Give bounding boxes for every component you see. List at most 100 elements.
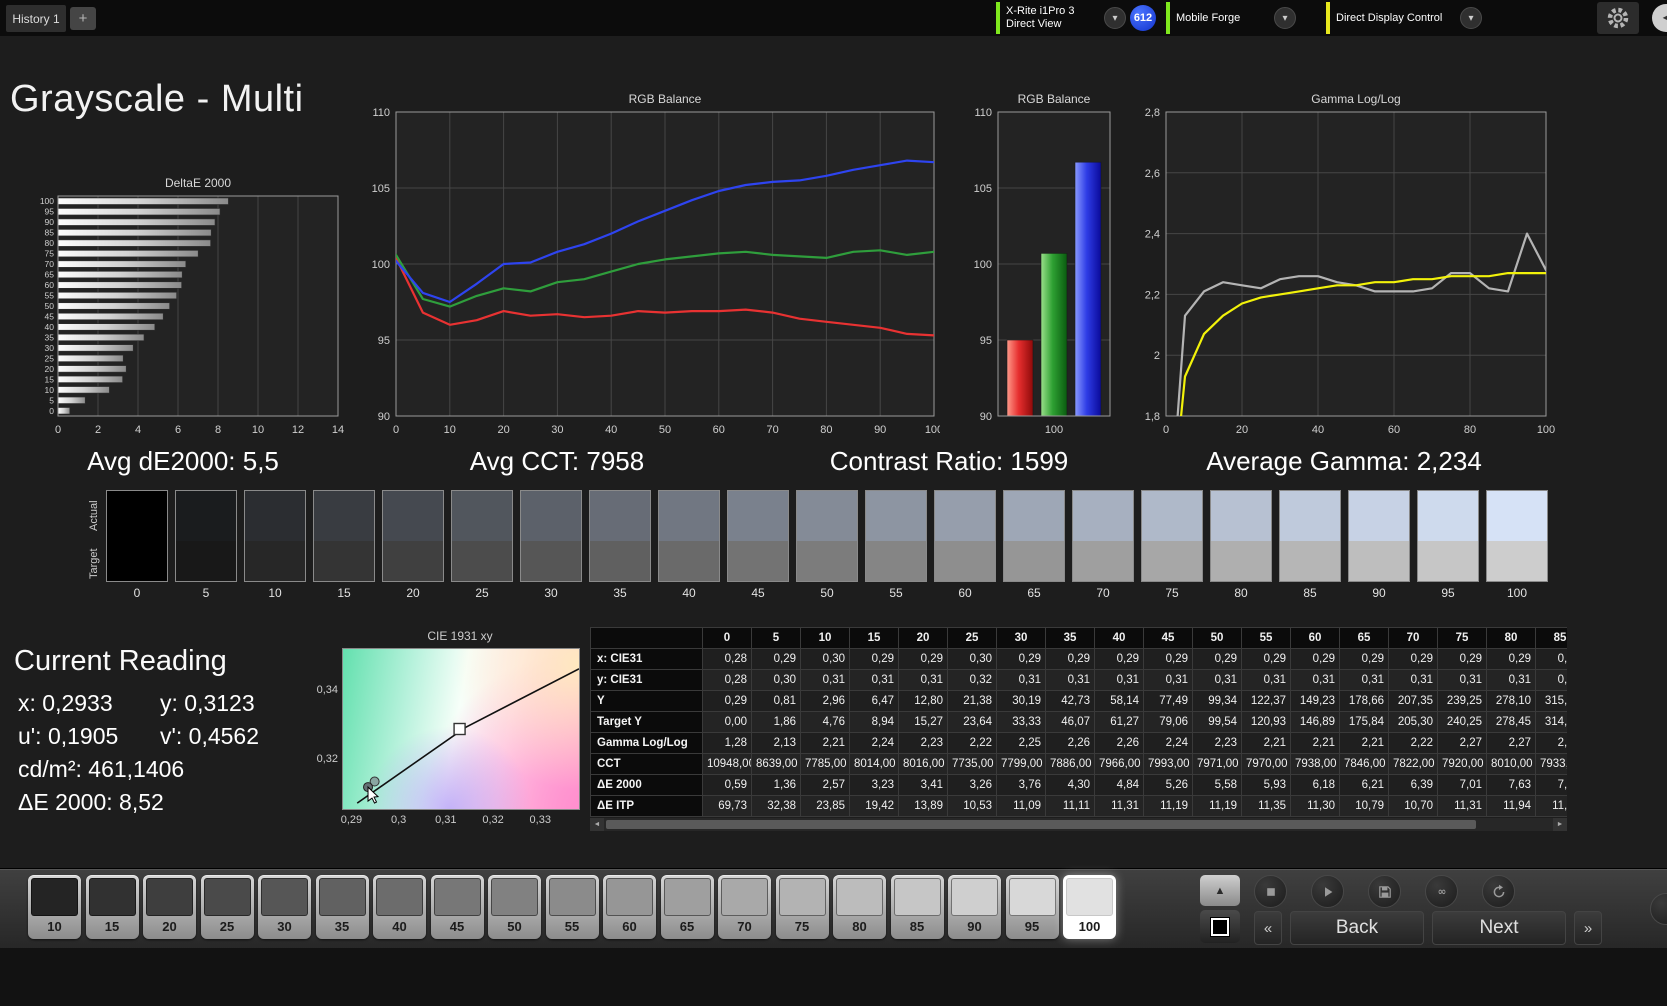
row-label: Y xyxy=(590,690,703,712)
svg-text:70: 70 xyxy=(766,424,778,436)
overflow-button[interactable] xyxy=(1650,893,1667,925)
value-cell: 7966,00 xyxy=(1094,753,1144,775)
meter-dropdown[interactable]: X-Rite i1Pro 3 Direct View ▾ xyxy=(996,2,1126,34)
value-cell: 8014,00 xyxy=(849,753,899,775)
pattern-window-button[interactable] xyxy=(1200,910,1240,943)
level-button[interactable]: 100 xyxy=(1063,875,1116,939)
chevron-down-icon: ▾ xyxy=(1112,12,1118,24)
settings-button[interactable] xyxy=(1597,2,1639,34)
level-button[interactable]: 95 xyxy=(1005,875,1059,939)
pattern-up-button[interactable]: ▲ xyxy=(1200,875,1240,906)
level-label: 85 xyxy=(909,919,925,934)
next-button[interactable]: Next xyxy=(1432,911,1566,945)
level-button[interactable]: 70 xyxy=(718,875,771,939)
level-button[interactable]: 25 xyxy=(200,875,254,939)
level-button[interactable]: 75 xyxy=(775,875,829,939)
display-chevron-button[interactable]: ▾ xyxy=(1460,7,1482,29)
column-header: 35 xyxy=(1045,627,1095,649)
value-cell: 205,30 xyxy=(1388,711,1438,733)
source-dropdown[interactable]: Mobile Forge ▾ xyxy=(1166,2,1296,34)
prev-chevron-button[interactable]: « xyxy=(1254,911,1282,945)
add-tab-button[interactable]: + xyxy=(70,7,96,30)
next-chevron-button[interactable]: » xyxy=(1574,911,1602,945)
collapse-button[interactable]: ◄ xyxy=(1652,4,1667,32)
back-button[interactable]: Back xyxy=(1290,911,1424,945)
value-cell: 7,63 xyxy=(1486,774,1536,796)
value-cell: 0,29 xyxy=(1241,648,1291,670)
value-cell: 0,29 xyxy=(996,648,1046,670)
column-header: 20 xyxy=(898,627,948,649)
grayscale-swatch: 35 xyxy=(589,490,651,600)
gamma-chart: Gamma Log/Log 0 20 40 60 80 100 1,8 2 2,2 2,4 2,6 2,… xyxy=(1145,92,1555,436)
level-button[interactable]: 40 xyxy=(373,875,426,939)
source-chevron-button[interactable]: ▾ xyxy=(1274,7,1296,29)
level-button[interactable]: 50 xyxy=(488,875,541,939)
target-patch xyxy=(1073,540,1133,581)
play-button[interactable] xyxy=(1311,875,1344,908)
level-button[interactable]: 90 xyxy=(948,875,1001,939)
value-cell: 5,26 xyxy=(1143,774,1193,796)
level-button[interactable]: 30 xyxy=(258,875,311,939)
value-cell: 0,28 xyxy=(702,648,752,670)
value-cell: 2,27 xyxy=(1437,732,1487,754)
rgb-balance-line-chart: RGB Balance 0 10 20 30 40 50 60 70 80 90 100 90 95 100… xyxy=(372,92,940,436)
scroll-right-button[interactable]: ► xyxy=(1553,818,1567,831)
level-button[interactable]: 10 xyxy=(28,875,81,939)
value-cell: 0,29 xyxy=(1437,648,1487,670)
svg-text:85: 85 xyxy=(45,228,55,238)
row-label: y: CIE31 xyxy=(590,669,703,691)
actual-patch xyxy=(1073,491,1133,541)
column-header: 75 xyxy=(1437,627,1487,649)
svg-text:2,2: 2,2 xyxy=(1145,289,1160,301)
svg-text:90: 90 xyxy=(45,217,55,227)
reading-u: u': 0,1905 xyxy=(18,723,119,749)
level-button[interactable]: 85 xyxy=(890,875,944,939)
stop-button[interactable] xyxy=(1254,875,1287,908)
grayscale-swatch: 100 xyxy=(1486,490,1548,600)
svg-text:20: 20 xyxy=(1236,424,1248,436)
meter-name: X-Rite i1Pro 3 xyxy=(1006,5,1075,17)
actual-patch xyxy=(590,491,650,541)
value-cell: 2,22 xyxy=(1388,732,1438,754)
level-button[interactable]: 15 xyxy=(85,875,139,939)
scrollbar-thumb[interactable] xyxy=(606,820,1476,829)
actual-patch xyxy=(797,491,857,541)
value-cell: 0,29 xyxy=(1339,648,1389,670)
grayscale-swatch: 80 xyxy=(1210,490,1272,600)
table-scrollbar[interactable]: ◄ ► xyxy=(590,818,1567,831)
value-cell: 278,45 xyxy=(1486,711,1536,733)
level-button[interactable]: 55 xyxy=(545,875,599,939)
table-row: x: CIE31 0,28 0,29 0,30 0,29 0,29 0,30 0,29 0,29… xyxy=(590,648,1567,670)
reading-x: x: 0,2933 xyxy=(18,690,113,716)
level-button[interactable]: 35 xyxy=(315,875,369,939)
grayscale-swatch: 40 xyxy=(658,490,720,600)
grayscale-swatch: 30 xyxy=(520,490,582,600)
svg-text:10: 10 xyxy=(45,385,55,395)
svg-text:25: 25 xyxy=(45,353,55,363)
level-button[interactable]: 45 xyxy=(430,875,484,939)
history-tab[interactable]: History 1 xyxy=(6,5,66,32)
level-button[interactable]: 80 xyxy=(833,875,886,939)
level-button[interactable]: 20 xyxy=(143,875,196,939)
actual-patch xyxy=(1349,491,1409,541)
actual-patch xyxy=(176,491,236,541)
meter-chevron-button[interactable]: ▾ xyxy=(1104,7,1126,29)
save-button[interactable] xyxy=(1368,875,1401,908)
value-cell: 0,31 xyxy=(996,669,1046,691)
value-cell: 6,21 xyxy=(1339,774,1389,796)
value-cell: 0,29 xyxy=(1094,648,1144,670)
infinity-button[interactable]: ∞ xyxy=(1425,875,1458,908)
target-patch xyxy=(1142,540,1202,581)
scroll-left-button[interactable]: ◄ xyxy=(590,818,604,831)
level-button[interactable]: 60 xyxy=(603,875,656,939)
level-label: 70 xyxy=(737,919,752,934)
target-patch xyxy=(107,540,167,581)
loop-button[interactable] xyxy=(1482,875,1515,908)
chevron-down-icon: ▾ xyxy=(1468,12,1474,24)
value-cell: 0,31 xyxy=(898,669,948,691)
value-cell: 11,11 xyxy=(1045,795,1095,817)
level-button[interactable]: 65 xyxy=(660,875,714,939)
display-control-dropdown[interactable]: Direct Display Control ▾ xyxy=(1326,2,1482,34)
reading-y: y: 0,3123 xyxy=(160,690,255,716)
svg-text:95: 95 xyxy=(45,207,55,217)
